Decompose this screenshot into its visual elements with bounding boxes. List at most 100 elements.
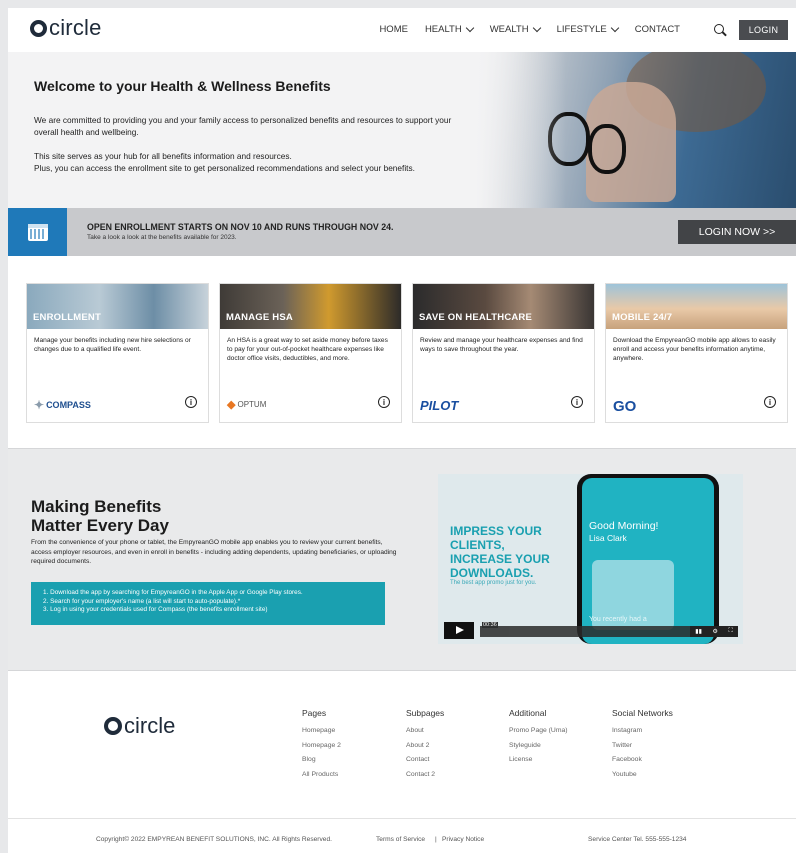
copyright-text: Copyright© 2022 EMPYREAN BENEFIT SOLUTIO…	[96, 836, 332, 843]
nav-wealth[interactable]: WEALTH	[489, 23, 541, 35]
info-icon[interactable]: i	[378, 396, 390, 408]
card-image-hsa: MANAGE HSA	[220, 284, 401, 329]
footer-link[interactable]: All Products	[302, 771, 341, 778]
footer-link[interactable]: Homepage 2	[302, 742, 341, 749]
phone-mockup: Good Morning! Lisa Clark You recently ha…	[577, 474, 719, 644]
video-controls: 00:36 ▮▮ ⚙ ⛶	[444, 620, 738, 640]
hero-section: Welcome to your Health & Wellness Benefi…	[8, 52, 796, 208]
promo-headline: IMPRESS YOUR CLIENTS, INCREASE YOUR DOWN…	[450, 524, 550, 580]
card-description: Download the EmpyreanGO mobile app allow…	[613, 337, 776, 362]
promo-line: DOWNLOADS.	[450, 566, 534, 580]
footer-logo[interactable]: circle	[104, 713, 175, 739]
card-description: Review and manage your healthcare expens…	[420, 337, 583, 353]
step-2: 2. Search for your employer's name (a li…	[43, 597, 241, 605]
hero-paragraph-3: Plus, you can access the enrollment site…	[34, 163, 415, 173]
footer-col-pages: Pages Homepage Homepage 2 Blog All Produ…	[302, 708, 341, 785]
fullscreen-icon[interactable]: ⛶	[728, 628, 732, 635]
optum-mark-icon: ◆	[227, 399, 236, 411]
go-logo: GO	[613, 398, 636, 415]
calendar-icon	[27, 223, 48, 241]
main-nav: HOME HEALTH WEALTH LIFESTYLE CONTACT	[379, 23, 680, 35]
section-title: Making Benefits Matter Every Day	[31, 497, 169, 535]
compass-star-icon: ✦	[34, 398, 45, 412]
footer-link[interactable]: License	[509, 756, 568, 763]
footer-link[interactable]: About	[406, 727, 444, 734]
hero-paragraph-2: This site serves as your hub for all ben…	[34, 151, 292, 161]
chevron-down-icon	[610, 23, 620, 33]
card-image-mobile: MOBILE 24/7	[606, 284, 787, 329]
login-button[interactable]: LOGIN	[739, 20, 788, 40]
hero-paragraph-1: We are committed to providing you and yo…	[34, 115, 452, 137]
footer-link[interactable]: Contact 2	[406, 771, 444, 778]
logo-ring-icon	[104, 717, 122, 735]
settings-gear-icon[interactable]: ⚙	[713, 628, 718, 635]
footer-col-subpages: Subpages About About 2 Contact Contact 2	[406, 708, 444, 785]
footer-link[interactable]: About 2	[406, 742, 444, 749]
footer-link[interactable]: Instagram	[612, 727, 673, 734]
search-icon[interactable]	[713, 23, 727, 37]
site-logo[interactable]: circle	[30, 15, 102, 41]
nav-home[interactable]: HOME	[379, 24, 408, 35]
nav-wealth-label: WEALTH	[489, 24, 529, 35]
nav-contact[interactable]: CONTACT	[635, 24, 680, 35]
footer-link[interactable]: Contact	[406, 756, 444, 763]
footer-link[interactable]: Blog	[302, 756, 341, 763]
footer-link[interactable]: Styleguide	[509, 742, 568, 749]
promo-line: CLIENTS,	[450, 538, 505, 552]
copyright-bar: Copyright© 2022 EMPYREAN BENEFIT SOLUTIO…	[8, 818, 796, 853]
nav-contact-label: CONTACT	[634, 24, 680, 35]
phone-greeting: Good Morning!	[589, 520, 659, 532]
nav-home-label: HOME	[379, 24, 408, 35]
page: circle HOME HEALTH WEALTH LIFESTYLE CONT…	[8, 8, 796, 853]
card-image-enrollment: ENROLLMENT	[27, 284, 208, 329]
footer-link[interactable]: Youtube	[612, 771, 673, 778]
info-icon[interactable]: i	[571, 396, 583, 408]
player-controls: ▮▮ ⚙ ⛶	[690, 626, 738, 637]
footer-link[interactable]: Promo Page (Uma)	[509, 727, 568, 734]
brand-name: COMPASS	[46, 400, 91, 410]
chevron-down-icon	[532, 23, 541, 33]
brand-name: PILOT	[420, 398, 459, 413]
video-time: 00:36	[482, 622, 498, 628]
play-icon[interactable]	[444, 622, 474, 639]
brand-name: OPTUM	[237, 400, 267, 409]
nav-health[interactable]: HEALTH	[424, 23, 474, 35]
card-label: MOBILE 24/7	[612, 312, 673, 323]
promo-video[interactable]: IMPRESS YOUR CLIENTS, INCREASE YOUR DOWN…	[438, 474, 743, 644]
card-description: An HSA is a great way to set aside money…	[227, 337, 388, 362]
logo-text: circle	[124, 713, 176, 738]
info-icon[interactable]: i	[185, 396, 197, 408]
phone-name: Lisa Clark	[589, 533, 627, 543]
nav-lifestyle[interactable]: LIFESTYLE	[557, 23, 620, 35]
nav-health-label: HEALTH	[424, 24, 462, 35]
footer-link[interactable]: Twitter	[612, 742, 673, 749]
card-description: Manage your benefits including new hire …	[34, 337, 191, 353]
promo-line: IMPRESS YOUR	[450, 524, 542, 538]
title-line-1: Making Benefits	[31, 497, 162, 516]
promo-subtitle: The best app promo just for you.	[450, 580, 537, 586]
card-manage-hsa[interactable]: MANAGE HSA An HSA is a great way to set …	[219, 283, 402, 423]
benefit-cards: ENROLLMENT Manage your benefits includin…	[8, 256, 796, 448]
step-3: 3. Log in using your credentials used fo…	[43, 606, 268, 613]
card-label: ENROLLMENT	[33, 312, 101, 323]
login-now-button[interactable]: LOGIN NOW >>	[678, 220, 796, 244]
footer-link[interactable]: Homepage	[302, 727, 341, 734]
card-enrollment[interactable]: ENROLLMENT Manage your benefits includin…	[26, 283, 209, 423]
video-progress-bar[interactable]: 00:36	[480, 622, 690, 637]
step-1: 1. Download the app by searching for Emp…	[43, 589, 303, 596]
pilot-logo: PILOT	[420, 398, 458, 413]
terms-link[interactable]: Terms of Service	[376, 836, 425, 843]
footer-link[interactable]: Facebook	[612, 756, 673, 763]
card-mobile[interactable]: MOBILE 24/7 Download the EmpyreanGO mobi…	[605, 283, 788, 423]
privacy-link[interactable]: Privacy Notice	[442, 836, 484, 843]
card-save-healthcare[interactable]: SAVE ON HEALTHCARE Review and manage you…	[412, 283, 595, 423]
footer-col-additional: Additional Promo Page (Uma) Styleguide L…	[509, 708, 568, 771]
title-line-2: Matter Every Day	[31, 516, 169, 535]
hero-title: Welcome to your Health & Wellness Benefi…	[34, 78, 331, 94]
footer-heading: Pages	[302, 708, 327, 718]
link-separator: |	[435, 836, 437, 843]
promo-line: INCREASE YOUR	[450, 552, 550, 566]
info-icon[interactable]: i	[764, 396, 776, 408]
logo-ring-icon	[30, 19, 47, 37]
volume-icon[interactable]: ▮▮	[695, 628, 702, 635]
